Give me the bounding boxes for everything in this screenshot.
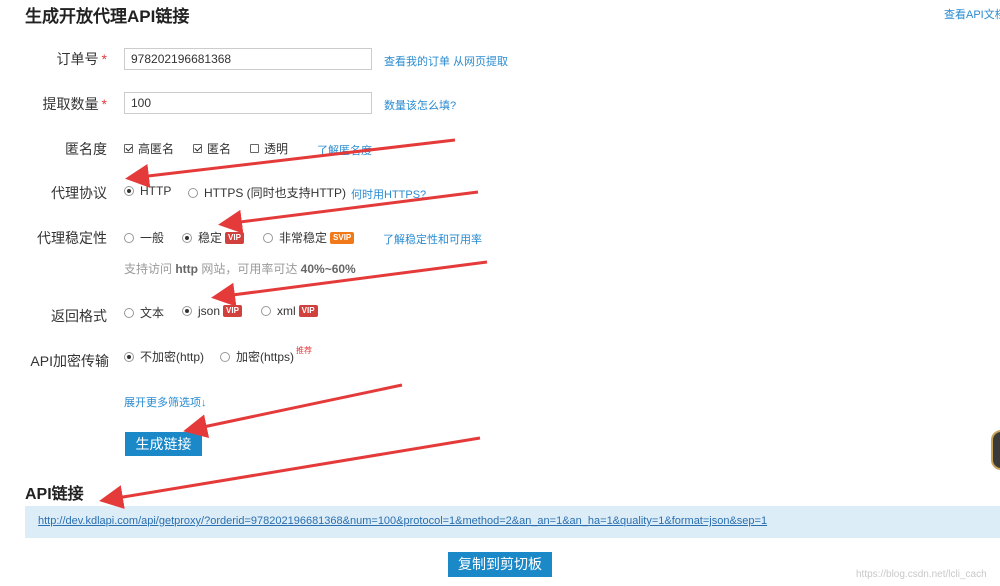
annotation-arrow-protocol [125, 138, 456, 188]
annotation-arrow-format [211, 260, 488, 307]
annotation-arrow-stability [218, 190, 479, 234]
annotation-arrow-api-link [99, 436, 481, 509]
annotation-arrow-generate [183, 383, 403, 439]
annotation-arrows [99, 138, 488, 509]
